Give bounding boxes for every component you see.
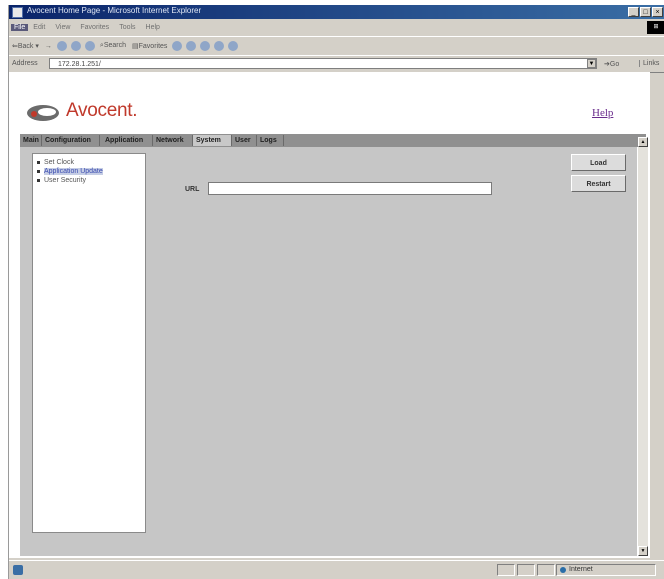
load-button[interactable]: Load	[571, 154, 626, 171]
status-segment	[497, 564, 515, 576]
edit-icon[interactable]	[214, 41, 225, 51]
back-button[interactable]: ⇐Back ▾	[9, 42, 42, 50]
address-label: Address	[12, 60, 38, 67]
title-bar[interactable]: Avocent Home Page - Microsoft Internet E…	[9, 5, 664, 19]
restart-button[interactable]: Restart	[571, 175, 626, 192]
avocent-logo-icon	[27, 105, 59, 121]
mail-icon[interactable]	[186, 41, 197, 51]
stop-icon[interactable]	[56, 41, 67, 51]
tab-configuration[interactable]: Configuration	[42, 135, 100, 146]
search-button[interactable]: ⌕Search	[97, 42, 129, 50]
back-label: Back	[17, 43, 34, 50]
forward-button[interactable]: →	[42, 43, 55, 50]
tab-bar: Main Configuration Application Network S…	[20, 134, 646, 147]
discuss-icon[interactable]	[228, 41, 239, 51]
favorites-label: Favorites	[138, 43, 168, 50]
status-bar: Internet	[9, 560, 664, 579]
home-icon[interactable]	[84, 41, 95, 51]
toolbar: ⇐Back ▾ → ⌕Search ▤Favorites	[9, 36, 664, 55]
bullet-icon	[37, 169, 40, 173]
page-done-icon	[13, 565, 23, 575]
search-label: Search	[103, 42, 127, 49]
close-button[interactable]: ×	[652, 7, 663, 17]
status-segment	[517, 564, 535, 576]
nav-label: Application Update	[44, 168, 103, 175]
zone-label: Internet	[569, 566, 593, 573]
address-bar: Address 172.28.1.251/ ▼ ➔Go Links	[9, 55, 664, 73]
security-zone: Internet	[556, 564, 656, 576]
ie-icon	[12, 7, 23, 18]
url-label: URL	[185, 186, 200, 193]
menu-bar: File Edit View Favorites Tools Help	[9, 20, 664, 35]
go-button[interactable]: ➔Go	[604, 60, 619, 68]
bullet-icon	[37, 160, 40, 164]
tab-system[interactable]: System	[193, 135, 232, 146]
browser-window: Avocent Home Page - Microsoft Internet E…	[8, 5, 664, 579]
bullet-icon	[37, 178, 40, 182]
address-dropdown-icon[interactable]: ▼	[587, 59, 596, 68]
globe-icon	[560, 567, 566, 573]
page-content: Avocent. Help Main Configuration Applica…	[9, 72, 650, 558]
links-button[interactable]: Links	[639, 60, 659, 67]
maximize-button[interactable]: □	[640, 7, 651, 17]
scroll-up-icon[interactable]: ▲	[638, 137, 648, 147]
menu-edit[interactable]: Edit	[28, 24, 50, 31]
nav-label: Set Clock	[44, 159, 74, 166]
menu-file[interactable]: File	[11, 24, 29, 31]
refresh-icon[interactable]	[70, 41, 81, 51]
status-segment	[537, 564, 555, 576]
brand-name: Avocent.	[66, 100, 138, 121]
menu-help[interactable]: Help	[141, 24, 165, 31]
scroll-down-icon[interactable]: ▼	[638, 546, 648, 556]
tab-main[interactable]: Main	[20, 135, 42, 146]
address-input[interactable]: 172.28.1.251/	[49, 58, 597, 69]
print-icon[interactable]	[200, 41, 211, 51]
menu-view[interactable]: View	[50, 24, 75, 31]
help-link[interactable]: Help	[592, 107, 613, 119]
menu-favorites[interactable]: Favorites	[75, 24, 114, 31]
system-panel: Set Clock Application Update User Securi…	[20, 147, 637, 556]
window-title: Avocent Home Page - Microsoft Internet E…	[27, 6, 202, 15]
nav-label: User Security	[44, 177, 87, 184]
nav-item-set-clock[interactable]: Set Clock	[37, 159, 74, 166]
tab-network[interactable]: Network	[153, 135, 193, 146]
tab-application[interactable]: Application	[102, 135, 153, 146]
url-input[interactable]	[208, 182, 492, 195]
nav-item-user-security[interactable]: User Security	[37, 177, 86, 184]
history-icon[interactable]	[172, 41, 183, 51]
favorites-button[interactable]: ▤Favorites	[129, 42, 170, 50]
tab-user[interactable]: User	[232, 135, 257, 146]
windows-logo-icon: ⊞	[647, 21, 664, 34]
system-nav: Set Clock Application Update User Securi…	[32, 153, 146, 533]
minimize-button[interactable]: _	[628, 7, 639, 17]
menu-tools[interactable]: Tools	[114, 24, 140, 31]
go-label: Go	[609, 61, 620, 68]
nav-item-application-update[interactable]: Application Update	[37, 168, 103, 175]
tab-logs[interactable]: Logs	[257, 135, 284, 146]
vertical-scrollbar[interactable]: ▲ ▼	[638, 137, 648, 556]
